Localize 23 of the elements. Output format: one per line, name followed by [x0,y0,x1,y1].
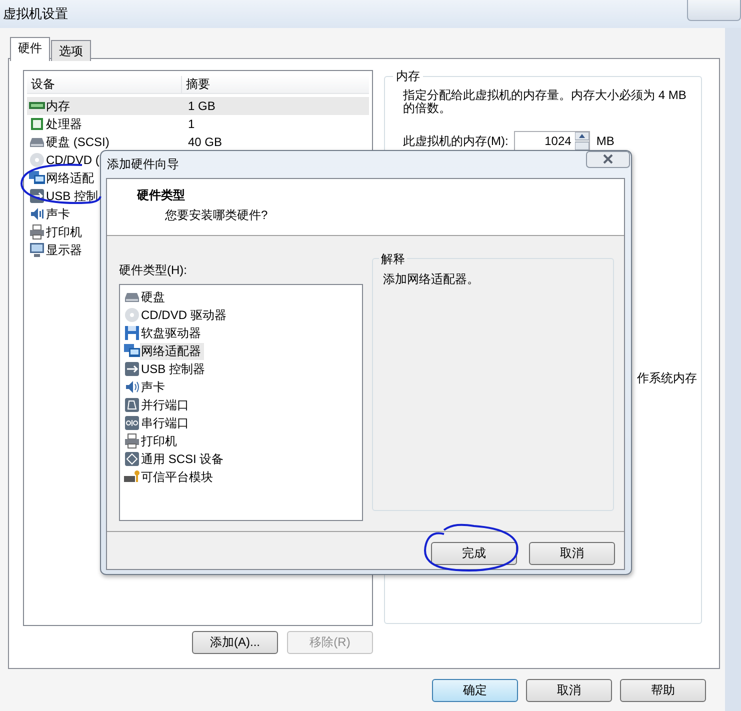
device-summary: 1 [187,117,195,131]
field-label: 此虚拟机的内存(M): [403,132,508,150]
explanation-text: 添加网络适配器。 [383,271,480,288]
memory-note: 作系统内存 [637,370,698,387]
device-name: 声卡 [46,206,70,222]
device-name: 网络适配 [46,170,94,186]
device-name: 硬盘 (SCSI) [46,134,110,150]
device-name: 显示器 [46,242,82,258]
unit-label: MB [596,134,614,148]
device-name: CD/DVD ( [46,153,100,167]
wizard-subheading: 您要安装哪类硬件? [165,207,269,224]
device-name: USB 控制 [46,188,98,204]
device-name: 处理器 [46,116,82,132]
window-title: 虚拟机设置 [3,5,68,23]
device-name: 内存 [46,98,70,114]
device-summary: 40 GB [187,135,222,149]
group-title: 解释 [379,251,407,268]
wizard-heading: 硬件类型 [137,187,186,204]
list-label: 硬件类型(H): [119,262,188,279]
device-name: 打印机 [46,224,82,240]
memory-description: 指定分配给此虚拟机的内存量。内存大小必须为 4 MB 的倍数。 [403,89,688,115]
device-summary: 1 GB [187,99,216,113]
dialog-title: 添加硬件向导 [107,156,179,173]
